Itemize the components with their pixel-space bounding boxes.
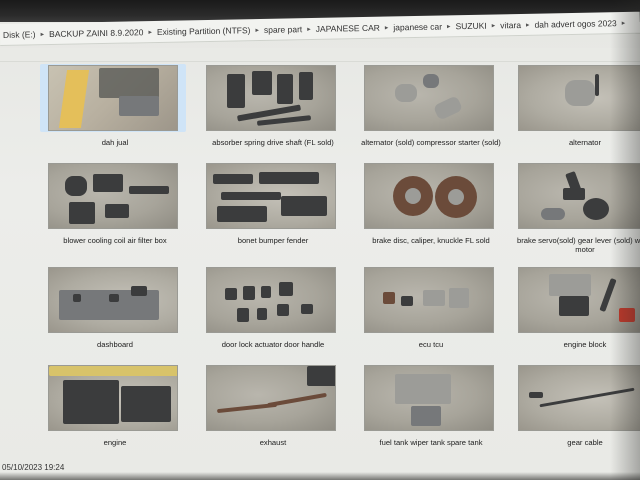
thumbnail [364, 65, 494, 131]
chevron-right-icon[interactable]: ▸ [146, 28, 154, 36]
file-label: exhaust [259, 438, 287, 447]
file-label: fuel tank wiper tank spare tank [379, 438, 483, 447]
file-label: door lock actuator door handle [221, 340, 325, 349]
breadcrumb-item[interactable]: Existing Partition (NTFS) [154, 25, 254, 37]
thumbnail [48, 267, 178, 333]
folder-item[interactable]: fuel tank wiper tank spare tank [356, 364, 506, 447]
thumbnail [48, 65, 178, 131]
folder-item[interactable]: ecu tcu [356, 266, 506, 349]
file-label: ecu tcu [418, 340, 444, 349]
folder-item[interactable]: door lock actuator door handle [198, 266, 348, 349]
file-label: brake disc, caliper, knuckle FL sold [372, 236, 490, 245]
thumbnail [48, 365, 178, 431]
breadcrumb-item[interactable]: SUZUKI [452, 20, 489, 31]
chevron-right-icon[interactable]: ▸ [39, 30, 47, 38]
file-grid: dah jual absorber spring drive shaft (FL… [38, 64, 640, 464]
monitor-edge [0, 472, 640, 480]
file-label: bonet bumper fender [237, 236, 309, 245]
folder-item[interactable]: bonet bumper fender [198, 162, 348, 245]
chevron-right-icon[interactable]: ▸ [305, 24, 313, 33]
file-label: alternator (sold) compressor starter (so… [361, 138, 501, 147]
thumbnail [364, 267, 494, 333]
screen-glare [610, 0, 640, 480]
thumbnail [364, 163, 494, 229]
breadcrumb-item[interactable]: JAPANESE CAR [313, 22, 383, 33]
breadcrumb-item[interactable]: BACKUP ZAINI 8.9.2020 [46, 27, 147, 39]
chevron-right-icon[interactable]: ▸ [383, 23, 391, 31]
chevron-right-icon[interactable]: ▸ [445, 22, 453, 30]
chevron-right-icon[interactable]: ▸ [524, 20, 532, 28]
breadcrumb-item[interactable]: dah advert ogos 2023 [531, 18, 619, 30]
status-datetime: 05/10/2023 19:24 [2, 463, 65, 472]
folder-item[interactable]: brake disc, caliper, knuckle FL sold [356, 162, 506, 245]
breadcrumb-item[interactable]: japanese car [390, 21, 445, 32]
thumbnail [206, 267, 336, 333]
file-label: dah jual [101, 138, 129, 147]
folder-item[interactable]: engine [40, 364, 190, 447]
folder-item[interactable]: blower cooling coil air filter box [40, 162, 190, 245]
file-label: blower cooling coil air filter box [63, 236, 167, 245]
file-label: dashboard [97, 340, 133, 349]
thumbnail [206, 365, 336, 431]
column-header-strip [0, 48, 640, 62]
folder-item[interactable]: dashboard [40, 266, 190, 349]
thumbnail [364, 365, 494, 431]
breadcrumb-item[interactable]: vitara [497, 19, 524, 30]
folder-item[interactable]: dah jual [40, 64, 190, 147]
folder-item[interactable]: exhaust [198, 364, 348, 447]
breadcrumb-item[interactable]: Disk (E:) [0, 29, 39, 40]
chevron-right-icon[interactable]: ▸ [253, 25, 261, 34]
thumbnail [206, 163, 336, 229]
folder-item[interactable]: absorber spring drive shaft (FL sold) [198, 64, 348, 147]
file-label: absorber spring drive shaft (FL sold) [212, 138, 334, 147]
folder-item[interactable]: alternator (sold) compressor starter (so… [356, 64, 506, 147]
thumbnail [48, 163, 178, 229]
file-label: engine [103, 438, 127, 447]
chevron-right-icon[interactable]: ▸ [490, 21, 498, 29]
thumbnail [206, 65, 336, 131]
breadcrumb-item[interactable]: spare part [261, 24, 305, 35]
explorer-window: Disk (E:) ▸ BACKUP ZAINI 8.9.2020 ▸ Exis… [0, 0, 640, 480]
